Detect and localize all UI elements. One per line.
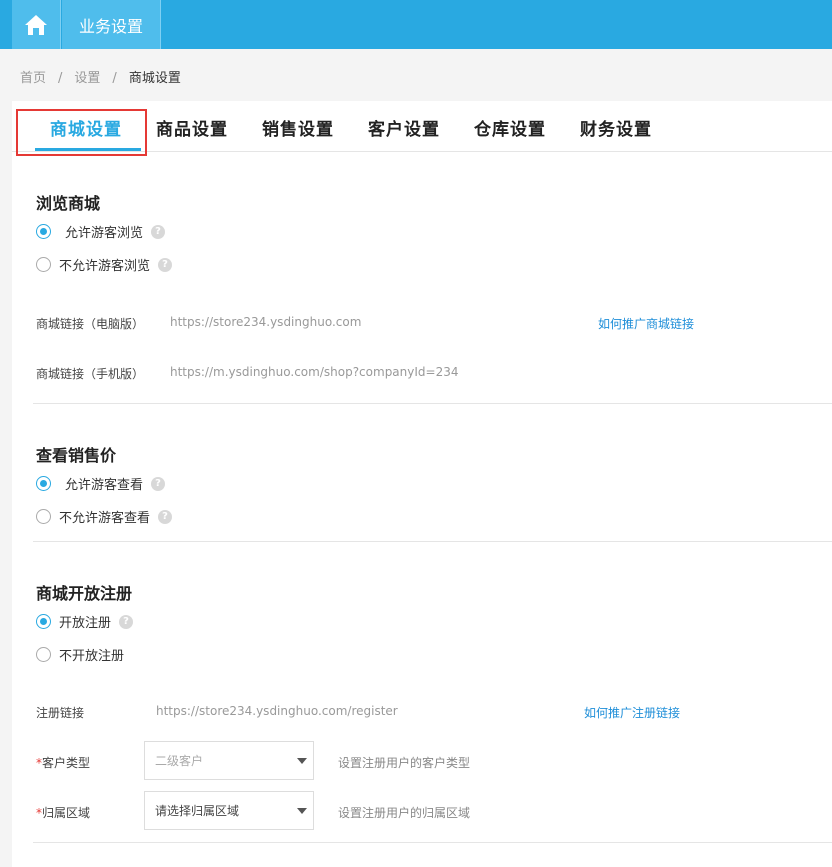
pc-link-value: https://store234.ysdinghuo.com [170, 315, 362, 329]
top-bar: 业务设置 [0, 0, 832, 49]
browse-section-title: 浏览商城 [36, 194, 101, 213]
mobile-link-value: https://m.ysdinghuo.com/shop?companyId=2… [170, 365, 459, 379]
question-icon[interactable]: ? [151, 224, 166, 239]
divider [33, 541, 832, 542]
promote-mall-link[interactable]: 如何推广商城链接 [598, 315, 694, 332]
tab-finance-settings[interactable]: 财务设置 [580, 115, 652, 140]
radio-label: 开放注册 [59, 616, 112, 631]
breadcrumb-home[interactable]: 首页 [20, 67, 46, 86]
region-value: 请选择归属区域 [155, 804, 240, 818]
tab-sales-settings[interactable]: 销售设置 [262, 115, 334, 140]
promote-register-link[interactable]: 如何推广注册链接 [584, 704, 680, 721]
question-icon[interactable]: ? [158, 509, 173, 524]
tab-warehouse-settings[interactable]: 仓库设置 [474, 115, 546, 140]
radio-label: 允许游客查看 [65, 478, 144, 493]
settings-panel: 商城设置 商品设置 销售设置 客户设置 仓库设置 财务设置 浏览商城 允许游客浏… [12, 101, 832, 867]
radio-label: 允许游客浏览 [65, 226, 144, 241]
customer-type-value: 二级客户 [155, 754, 204, 768]
question-icon[interactable]: ? [151, 476, 166, 491]
caret-down-icon [297, 758, 307, 764]
register-link-label: 注册链接 [36, 706, 85, 720]
question-icon[interactable]: ? [158, 257, 173, 272]
radio-button-checked[interactable] [36, 224, 51, 239]
module-tab-business-settings[interactable]: 业务设置 [62, 0, 161, 49]
divider [33, 842, 832, 843]
radio-open-register[interactable]: 开放注册 ? [36, 612, 134, 631]
settings-tabs: 商城设置 商品设置 销售设置 客户设置 仓库设置 财务设置 [12, 101, 832, 156]
register-link-value: https://store234.ysdinghuo.com/register [156, 704, 398, 718]
tab-product-settings[interactable]: 商品设置 [156, 115, 228, 140]
register-section-title: 商城开放注册 [36, 584, 133, 603]
radio-allow-guest-browse[interactable]: 允许游客浏览 ? [36, 222, 166, 241]
pc-link-label: 商城链接（电脑版） [36, 317, 145, 331]
home-button[interactable] [12, 0, 61, 49]
highlight-box [16, 109, 147, 156]
divider [33, 403, 832, 404]
radio-button[interactable] [36, 257, 51, 272]
region-select[interactable]: 请选择归属区域 [144, 791, 314, 830]
mobile-link-label: 商城链接（手机版） [36, 367, 145, 381]
radio-label: 不开放注册 [59, 649, 125, 664]
price-section-title: 查看销售价 [36, 446, 117, 465]
radio-button-checked[interactable] [36, 476, 51, 491]
radio-button[interactable] [36, 647, 51, 662]
question-icon[interactable]: ? [119, 614, 134, 629]
breadcrumb-separator: / [112, 71, 117, 86]
tab-customer-settings[interactable]: 客户设置 [368, 115, 440, 140]
radio-label: 不允许游客查看 [59, 511, 151, 526]
caret-down-icon [297, 808, 307, 814]
home-icon [25, 14, 47, 35]
radio-deny-guest-price[interactable]: 不允许游客查看 ? [36, 507, 173, 526]
radio-button[interactable] [36, 509, 51, 524]
customer-type-label-text: 客户类型 [42, 756, 91, 770]
radio-deny-guest-browse[interactable]: 不允许游客浏览 ? [36, 255, 173, 274]
breadcrumb-settings[interactable]: 设置 [74, 67, 100, 86]
region-label: *归属区域 [36, 804, 90, 821]
radio-button-checked[interactable] [36, 614, 51, 629]
radio-label: 不允许游客浏览 [59, 259, 151, 274]
breadcrumb-separator: / [58, 71, 63, 86]
customer-type-select[interactable]: 二级客户 [144, 741, 314, 780]
radio-allow-guest-price[interactable]: 允许游客查看 ? [36, 474, 166, 493]
customer-type-hint: 设置注册用户的客户类型 [338, 756, 471, 770]
breadcrumb-current: 商城设置 [128, 71, 181, 86]
breadcrumb: 首页 / 设置 / 商城设置 [20, 67, 181, 86]
customer-type-label: *客户类型 [36, 754, 90, 771]
radio-closed-register[interactable]: 不开放注册 [36, 645, 124, 664]
region-hint: 设置注册用户的归属区域 [338, 806, 471, 820]
region-label-text: 归属区域 [42, 806, 91, 820]
